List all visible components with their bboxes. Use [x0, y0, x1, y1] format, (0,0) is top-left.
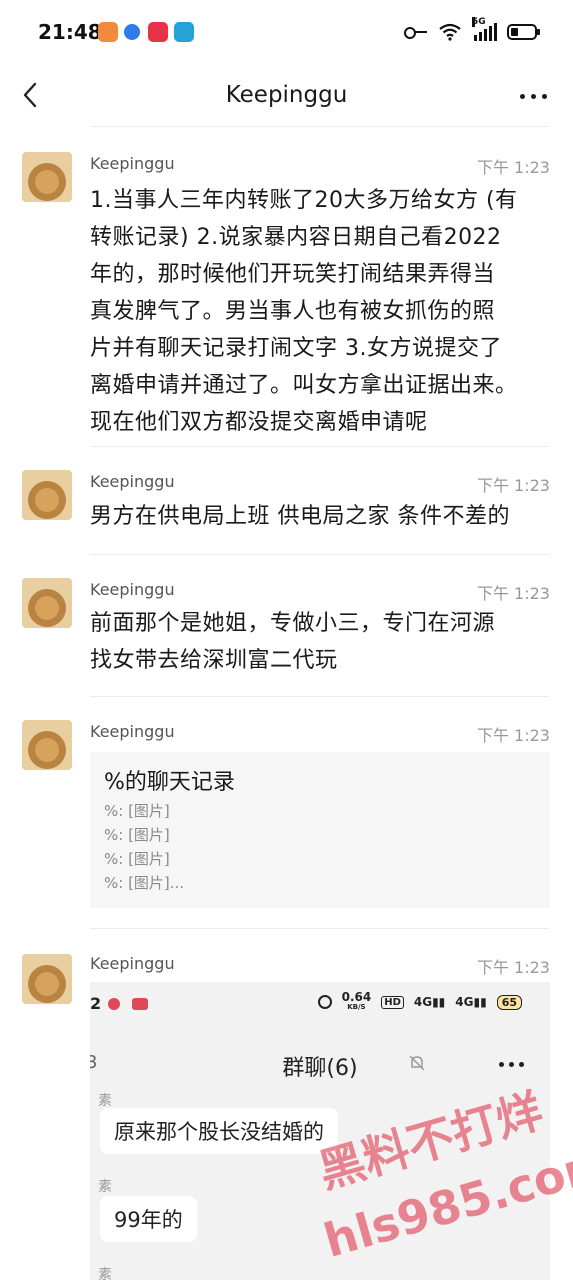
- message-time: 下午 1:23: [476, 584, 550, 603]
- screenshot-group-title: 群聊(6): [282, 1056, 358, 1081]
- wifi-icon: [439, 23, 461, 41]
- sender-name: Keepinggu: [90, 954, 175, 973]
- avatar[interactable]: [22, 720, 72, 770]
- message-text[interactable]: 男方在供电局上班 供电局之家 条件不差的: [90, 498, 554, 535]
- avatar[interactable]: [22, 470, 72, 520]
- more-options-icon: [499, 1062, 524, 1067]
- signal-icon: 4G▮▮: [413, 995, 446, 1009]
- screenshot-sender-name: 素: [98, 1179, 112, 1195]
- avatar[interactable]: [22, 578, 72, 628]
- message-time: 下午 1:23: [476, 158, 550, 177]
- battery-icon: [507, 24, 540, 40]
- divider: [90, 554, 549, 555]
- message-time: 下午 1:23: [476, 726, 550, 745]
- network-type-label: 5G: [472, 17, 486, 27]
- message-line: 离婚申请并通过了。叫女方拿出证据出来。: [90, 373, 518, 398]
- divider: [90, 928, 549, 929]
- chat-record-title: %的聊天记录: [104, 770, 235, 795]
- message-text[interactable]: 1.当事人三年内转账了20大多万给女方 (有 转账记录) 2.说家暴内容日期自己…: [90, 182, 554, 441]
- app-notification-icon: [98, 22, 118, 42]
- book-app-icon: [174, 22, 194, 42]
- message-line: 转账记录) 2.说家暴内容日期自己看2022: [90, 225, 502, 250]
- battery-icon: 65: [496, 994, 522, 1010]
- message-line: 真发脾气了。男当事人也有被女抓伤的照: [90, 299, 496, 324]
- screenshot-sender-name: 素: [98, 1093, 112, 1109]
- screenshot-bubble: 99年的: [100, 1196, 197, 1242]
- app-notification-icon: [132, 998, 148, 1010]
- chat-record-item: %: [图片]...: [104, 874, 185, 892]
- status-bar: 21:48 5G: [0, 0, 573, 66]
- chat-record-item: %: [图片]: [104, 802, 170, 820]
- screenshot-sender-name: 素: [98, 1267, 112, 1280]
- divider: [90, 696, 549, 697]
- sender-name: Keepinggu: [90, 580, 175, 599]
- message-text[interactable]: 前面那个是她姐，专做小三，专门在河源 找女带去给深圳富二代玩: [90, 605, 554, 679]
- screenshot-bubble: 原来那个股长没结婚的: [100, 1108, 338, 1154]
- app-notification-icon: [108, 998, 120, 1010]
- mute-bell-icon: [409, 1055, 425, 1071]
- more-options-icon[interactable]: [520, 94, 547, 99]
- message-line: 找女带去给深圳富二代玩: [90, 648, 338, 673]
- status-time: 21:48: [38, 20, 102, 44]
- alarm-icon: [317, 995, 332, 1009]
- chat-record-item: %: [图片]: [104, 826, 170, 844]
- avatar[interactable]: [22, 954, 72, 1004]
- message-time: 下午 1:23: [476, 958, 550, 977]
- screenshot-status-bar: 2 0.64 KB/S HD 4G▮▮ 4G▮▮ 65: [90, 982, 550, 1026]
- sender-name: Keepinggu: [90, 722, 175, 741]
- avatar[interactable]: [22, 152, 72, 202]
- divider: [90, 446, 549, 447]
- message-line: 1.当事人三年内转账了20大多万给女方 (有: [90, 188, 518, 213]
- sender-name: Keepinggu: [90, 154, 175, 173]
- message-line: 片并有聊天记录打闹文字 3.女方说提交了: [90, 336, 502, 361]
- image-message[interactable]: 2 0.64 KB/S HD 4G▮▮ 4G▮▮ 65 3 群聊(6) 素 原来…: [90, 982, 550, 1280]
- signal-icon: 4G▮▮: [455, 995, 487, 1009]
- sender-name: Keepinggu: [90, 472, 175, 491]
- key-icon: [404, 25, 428, 39]
- network-speed: 0.64: [341, 990, 372, 1004]
- message-line: 前面那个是她姐，专做小三，专门在河源: [90, 611, 496, 636]
- message-line: 现在他们双方都没提交离婚申请呢: [90, 410, 428, 435]
- message-line: 年的，那时候他们开玩笑打闹结果弄得当: [90, 262, 496, 287]
- screenshot-status-text: 2: [90, 994, 102, 1013]
- chat-record-item: %: [图片]: [104, 850, 170, 868]
- chat-record-card[interactable]: %的聊天记录 %: [图片] %: [图片] %: [图片] %: [图片]..…: [90, 752, 550, 908]
- divider: [90, 126, 549, 127]
- signal-icon: 5G: [472, 17, 497, 41]
- page-title: Keepinggu: [225, 82, 348, 108]
- message-line: 男方在供电局上班 供电局之家 条件不差的: [90, 504, 510, 529]
- video-app-icon: [148, 22, 168, 42]
- hd-icon: HD: [381, 995, 404, 1009]
- app-notification-icon: [124, 24, 140, 40]
- message-time: 下午 1:23: [476, 476, 550, 495]
- nav-bar: Keepinggu: [0, 66, 573, 126]
